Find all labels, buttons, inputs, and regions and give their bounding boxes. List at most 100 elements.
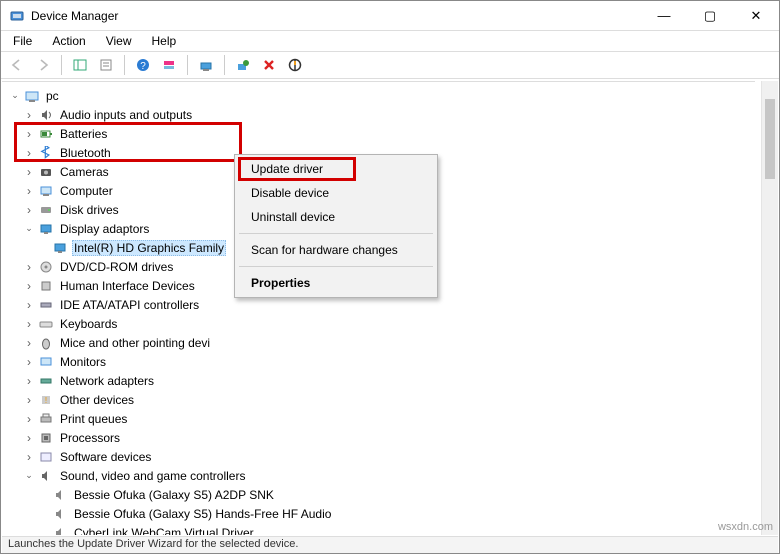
chevron-down-icon[interactable] — [22, 470, 36, 481]
tree-item[interactable]: Audio inputs and outputs — [8, 105, 755, 124]
chevron-right-icon[interactable] — [22, 300, 36, 310]
tree-item[interactable]: Network adapters — [8, 371, 755, 390]
action-button[interactable] — [157, 54, 181, 76]
separator — [239, 233, 433, 234]
tree-item-label: Batteries — [58, 126, 109, 142]
chevron-right-icon[interactable] — [22, 148, 36, 158]
tree-item-label: Bluetooth — [58, 145, 113, 161]
separator — [224, 55, 225, 75]
disable-button[interactable] — [283, 54, 307, 76]
chevron-right-icon[interactable] — [22, 338, 36, 348]
chevron-right-icon[interactable] — [22, 376, 36, 386]
tree-item[interactable]: Keyboards — [8, 314, 755, 333]
chevron-down-icon[interactable] — [22, 223, 36, 234]
tree-item-label: Other devices — [58, 392, 136, 408]
back-button[interactable] — [5, 54, 29, 76]
tree-item-sound-controllers[interactable]: Sound, video and game controllers — [8, 466, 755, 485]
tree-item[interactable]: Software devices — [8, 447, 755, 466]
ctx-properties[interactable]: Properties — [237, 271, 435, 295]
tree-item[interactable]: Bessie Ofuka (Galaxy S5) A2DP SNK — [8, 485, 755, 504]
toolbar: ? — [1, 51, 779, 79]
computer-icon — [38, 183, 54, 199]
device-tree[interactable]: pc Audio inputs and outputs Batteries Bl… — [2, 81, 755, 535]
audio-icon — [38, 107, 54, 123]
display-icon — [38, 221, 54, 237]
separator — [187, 55, 188, 75]
chevron-right-icon[interactable] — [22, 110, 36, 120]
tree-item-label: Bessie Ofuka (Galaxy S5) A2DP SNK — [72, 487, 276, 503]
separator — [61, 55, 62, 75]
audio-icon — [38, 468, 54, 484]
tree-item-label: Cameras — [58, 164, 111, 180]
app-icon — [9, 8, 25, 24]
chevron-down-icon[interactable] — [8, 90, 22, 101]
tree-item-label: Monitors — [58, 354, 108, 370]
properties-button[interactable] — [94, 54, 118, 76]
update-driver-button[interactable] — [194, 54, 218, 76]
show-hide-tree-button[interactable] — [68, 54, 92, 76]
scan-hardware-button[interactable] — [231, 54, 255, 76]
uninstall-button[interactable] — [257, 54, 281, 76]
ctx-uninstall-device[interactable]: Uninstall device — [237, 205, 435, 229]
network-icon — [38, 373, 54, 389]
menu-help[interactable]: Help — [144, 33, 185, 49]
menu-view[interactable]: View — [98, 33, 140, 49]
chevron-right-icon[interactable] — [22, 433, 36, 443]
chevron-right-icon[interactable] — [22, 167, 36, 177]
tree-root-label: pc — [44, 88, 61, 104]
help-button[interactable]: ? — [131, 54, 155, 76]
tree-item[interactable]: Batteries — [8, 124, 755, 143]
audio-device-icon — [52, 487, 68, 503]
audio-device-icon — [52, 525, 68, 536]
hid-icon — [38, 278, 54, 294]
chevron-right-icon[interactable] — [22, 186, 36, 196]
close-button[interactable]: ✕ — [733, 1, 779, 30]
tree-item[interactable]: Monitors — [8, 352, 755, 371]
menu-file[interactable]: File — [5, 33, 40, 49]
separator — [239, 266, 433, 267]
computer-icon — [24, 88, 40, 104]
separator — [124, 55, 125, 75]
chevron-right-icon[interactable] — [22, 452, 36, 462]
chevron-right-icon[interactable] — [22, 357, 36, 367]
chevron-right-icon[interactable] — [22, 205, 36, 215]
chevron-right-icon[interactable] — [22, 262, 36, 272]
audio-device-icon — [52, 506, 68, 522]
minimize-button[interactable]: — — [641, 1, 687, 30]
ide-icon — [38, 297, 54, 313]
tree-item-label: Network adapters — [58, 373, 156, 389]
window-title: Device Manager — [31, 9, 641, 23]
ctx-disable-device[interactable]: Disable device — [237, 181, 435, 205]
tree-item-label: Processors — [58, 430, 122, 446]
tree-item[interactable]: Print queues — [8, 409, 755, 428]
chevron-right-icon[interactable] — [22, 129, 36, 139]
maximize-button[interactable]: ▢ — [687, 1, 733, 30]
tree-item-label: Disk drives — [58, 202, 121, 218]
vertical-scrollbar[interactable] — [761, 81, 778, 535]
dvd-icon — [38, 259, 54, 275]
chevron-right-icon[interactable] — [22, 414, 36, 424]
ctx-scan-hardware[interactable]: Scan for hardware changes — [237, 238, 435, 262]
tree-item[interactable]: Mice and other pointing devi — [8, 333, 755, 352]
tree-item-label: Computer — [58, 183, 115, 199]
tree-item-label: Software devices — [58, 449, 153, 465]
camera-icon — [38, 164, 54, 180]
chevron-right-icon[interactable] — [22, 319, 36, 329]
printer-icon — [38, 411, 54, 427]
tree-item-label: Sound, video and game controllers — [58, 468, 247, 484]
tree-item[interactable]: Processors — [8, 428, 755, 447]
menu-action[interactable]: Action — [44, 33, 93, 49]
tree-item[interactable]: CyberLink WebCam Virtual Driver — [8, 523, 755, 535]
chevron-right-icon[interactable] — [22, 395, 36, 405]
forward-button[interactable] — [31, 54, 55, 76]
ctx-update-driver[interactable]: Update driver — [237, 157, 435, 181]
chevron-right-icon[interactable] — [22, 281, 36, 291]
tree-item-label: Bessie Ofuka (Galaxy S5) Hands-Free HF A… — [72, 506, 333, 522]
disk-icon — [38, 202, 54, 218]
unknown-icon: ! — [38, 392, 54, 408]
tree-root[interactable]: pc — [8, 86, 755, 105]
tree-item[interactable]: !Other devices — [8, 390, 755, 409]
tree-item[interactable]: Bessie Ofuka (Galaxy S5) Hands-Free HF A… — [8, 504, 755, 523]
tree-item-label: IDE ATA/ATAPI controllers — [58, 297, 201, 313]
keyboard-icon — [38, 316, 54, 332]
